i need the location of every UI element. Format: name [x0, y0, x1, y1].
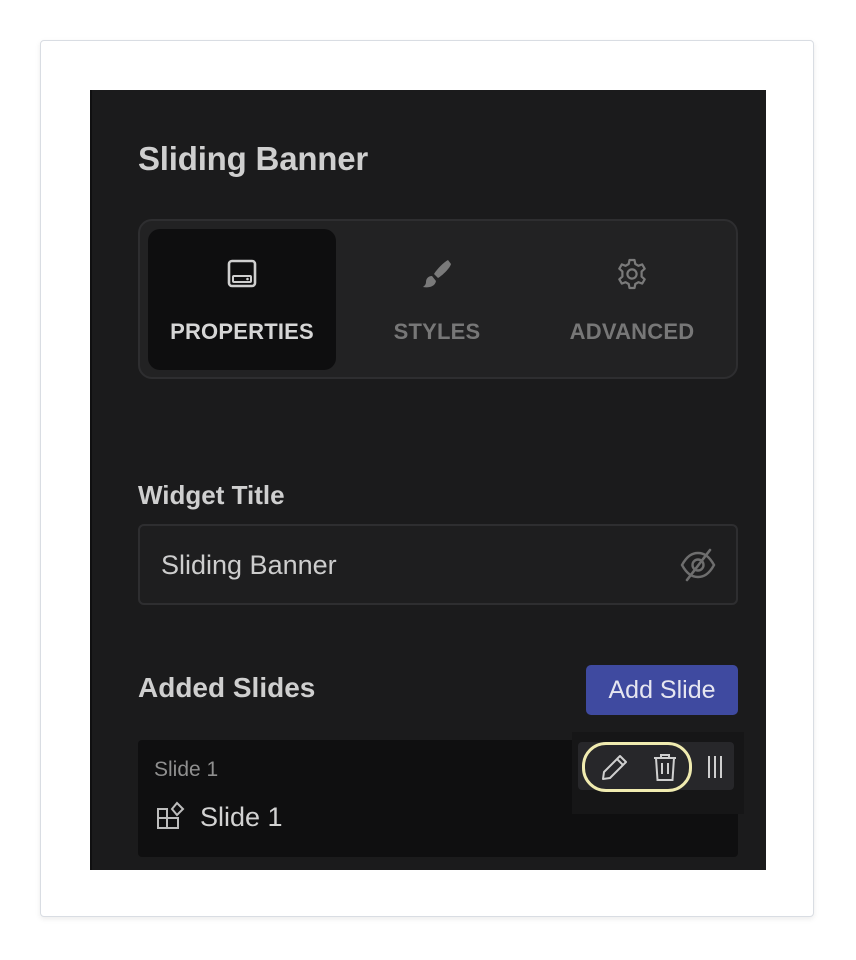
- widget-title-label: Widget Title: [138, 480, 285, 510]
- added-slides-label: Added Slides: [138, 672, 316, 703]
- tab-properties[interactable]: PROPERTIES: [148, 229, 336, 370]
- add-slide-button[interactable]: Add Slide: [586, 665, 738, 715]
- slide-caption: Slide 1: [154, 758, 219, 781]
- shapes-icon: [156, 800, 186, 835]
- gear-icon: [538, 257, 726, 291]
- tab-properties-label: PROPERTIES: [170, 319, 314, 344]
- tab-advanced[interactable]: ADVANCED: [538, 229, 726, 370]
- widget-title-value: Sliding Banner: [161, 550, 337, 580]
- edit-icon[interactable]: [600, 752, 630, 782]
- drag-handle-icon[interactable]: [700, 752, 730, 782]
- eye-off-icon[interactable]: [679, 547, 717, 583]
- slide-actions-container: [572, 732, 744, 814]
- slide-name-row: Slide 1: [156, 800, 283, 835]
- slide-list-item[interactable]: Slide 1 Slide 1: [138, 732, 744, 857]
- tab-advanced-label: ADVANCED: [569, 319, 695, 344]
- slide-name: Slide 1: [200, 802, 283, 832]
- brush-icon: [343, 257, 531, 291]
- widget-title-field[interactable]: Sliding Banner: [138, 524, 738, 605]
- panel-title: Sliding Banner: [138, 140, 369, 177]
- delete-icon[interactable]: [650, 752, 680, 782]
- slide-actions-toolbar: [578, 742, 734, 792]
- panel-layout-icon: [148, 257, 336, 291]
- settings-tabs: PROPERTIES STYLES ADVANCED: [138, 219, 738, 379]
- tab-styles-label: STYLES: [393, 319, 481, 344]
- widget-settings-panel: Sliding Banner PROPERTIES STYLES ADVANCE…: [90, 90, 766, 870]
- tab-styles[interactable]: STYLES: [343, 229, 531, 370]
